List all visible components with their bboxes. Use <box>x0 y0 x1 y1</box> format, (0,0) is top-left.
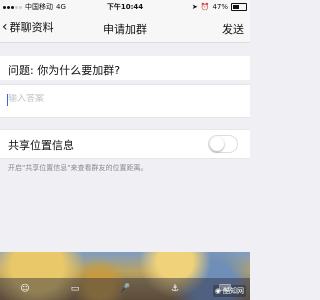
anchor-icon[interactable]: ⚓ <box>167 281 183 297</box>
chevron-left-icon: ‹ <box>2 19 8 35</box>
watermark-logo-icon: ◉ <box>214 287 221 295</box>
battery-percent: 47% <box>212 3 228 11</box>
question-row: 问题: 你为什么要加群? <box>0 56 250 80</box>
watermark: ◉ 酷知网 <box>212 285 246 297</box>
chat-icon[interactable]: ▭ <box>67 281 83 297</box>
alarm-icon: ⏰ <box>200 3 210 11</box>
nav-bar: ‹ 群聊资料 申请加群 发送 <box>0 14 250 43</box>
share-location-toggle[interactable] <box>208 135 238 153</box>
battery-icon <box>231 3 247 11</box>
location-arrow-icon: ➤ <box>191 3 198 11</box>
mic-icon[interactable]: 🎤 <box>117 281 133 297</box>
question-text: 问题: 你为什么要加群? <box>8 64 121 77</box>
answer-input[interactable] <box>8 94 228 104</box>
answer-row[interactable] <box>0 84 250 118</box>
send-button[interactable]: 发送 <box>222 21 244 37</box>
watermark-text: 酷知网 <box>223 287 244 295</box>
emoji-icon[interactable]: ☺ <box>17 281 33 297</box>
status-right: ➤ ⏰ 47% <box>192 3 247 11</box>
toggle-knob <box>210 137 224 151</box>
keyboard-panel: ☺ ▭ 🎤 ⚓ ⌨ ◉ 酷知网 <box>0 252 250 300</box>
text-caret <box>7 94 8 106</box>
share-location-row: 共享位置信息 <box>0 129 250 159</box>
back-label: 群聊资料 <box>9 21 54 34</box>
status-bar: 中国移动 4G 下午10:44 ➤ ⏰ 47% <box>0 0 250 14</box>
share-location-hint: 开启"共享位置信息"来查看群友的位置距离。 <box>8 164 148 172</box>
share-location-label: 共享位置信息 <box>8 139 74 152</box>
back-button[interactable]: ‹ 群聊资料 <box>2 19 54 35</box>
